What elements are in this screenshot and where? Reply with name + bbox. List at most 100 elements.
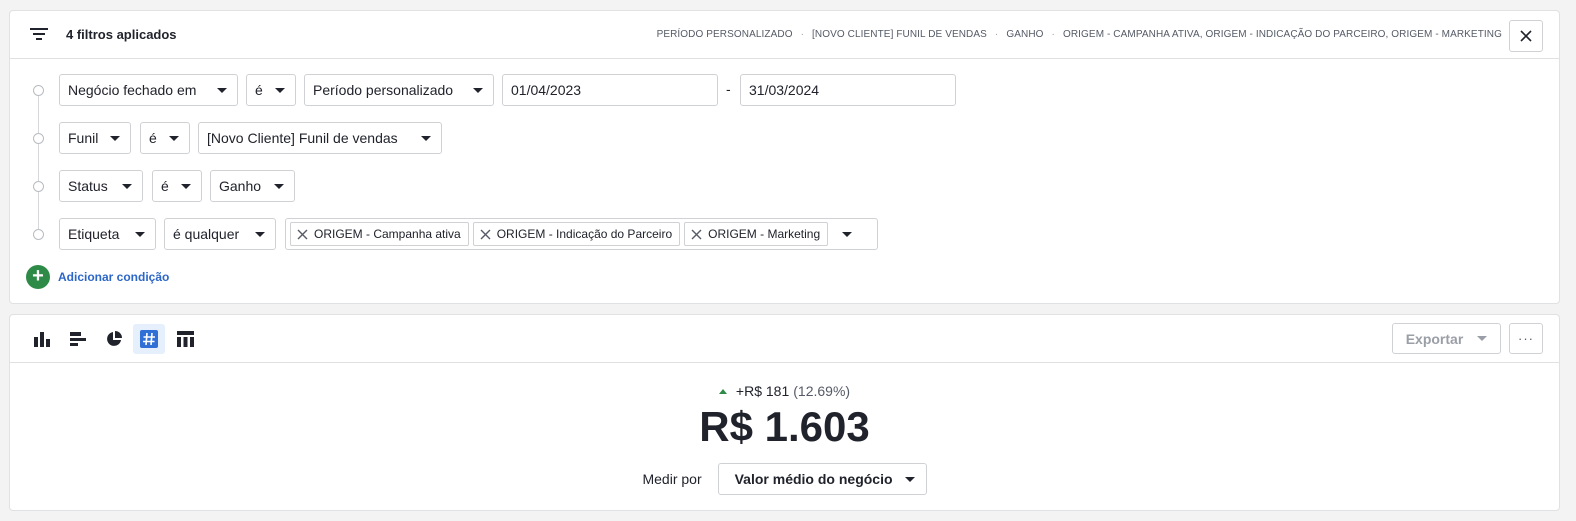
summary-item: PERÍODO PERSONALIZADO — [656, 29, 793, 40]
filter-header: 4 filtros aplicados PERÍODO PERSONALIZAD… — [10, 11, 1559, 59]
delta-value: +R$ 181 — [735, 383, 790, 399]
field-select-label: Status — [68, 178, 108, 194]
tag-label: ORIGEM - Campanha ativa — [314, 227, 461, 241]
summary-separator: · — [800, 29, 805, 40]
caret-down-icon — [904, 476, 915, 482]
measure-label: Medir por — [642, 471, 702, 487]
tag-label: ORIGEM - Marketing — [708, 227, 821, 241]
field-select[interactable]: Funil — [59, 122, 131, 154]
value-select[interactable]: [Novo Cliente] Funil de vendas — [198, 122, 442, 154]
condition-row-tag: Etiqueta é qualquer ORIGEM - Campanha at… — [10, 218, 1559, 250]
caret-down-icon[interactable] — [842, 231, 853, 237]
value-select-label: [Novo Cliente] Funil de vendas — [207, 130, 398, 146]
caret-down-icon — [135, 231, 145, 237]
pie-chart-icon — [107, 331, 122, 346]
table-icon — [176, 331, 194, 347]
measure-select-label: Valor médio do negócio — [734, 471, 893, 487]
field-select-label: Funil — [68, 130, 99, 146]
field-select[interactable]: Etiqueta — [59, 218, 156, 250]
condition-node — [33, 229, 44, 240]
condition-node — [33, 85, 44, 96]
delta-percent: (12.69%) — [793, 383, 851, 399]
field-select-label: Negócio fechado em — [68, 82, 197, 98]
close-icon — [1520, 30, 1532, 42]
operator-select-label: é — [149, 130, 157, 146]
remove-tag-icon[interactable] — [691, 229, 702, 240]
measure-select[interactable]: Valor médio do negócio — [717, 463, 927, 495]
filter-panel: 4 filtros aplicados PERÍODO PERSONALIZAD… — [9, 10, 1560, 304]
export-button[interactable]: Exportar — [1392, 323, 1501, 354]
caret-down-icon — [1477, 336, 1488, 341]
export-label: Exportar — [1405, 330, 1464, 347]
number-view-button[interactable] — [133, 324, 165, 354]
view-toolbar: Exportar ··· — [10, 315, 1559, 363]
trend-up-icon — [718, 388, 727, 394]
remove-tag-icon[interactable] — [480, 229, 491, 240]
filter-summary: PERÍODO PERSONALIZADO · [NOVO CLIENTE] F… — [657, 29, 1502, 40]
field-select[interactable]: Status — [59, 170, 143, 202]
summary-separator: · — [994, 29, 999, 40]
caret-down-icon — [169, 135, 179, 141]
measure-by: Medir por Valor médio do negócio — [10, 463, 1559, 495]
value-select[interactable]: Ganho — [210, 170, 295, 202]
caret-down-icon — [110, 135, 120, 141]
condition-node — [33, 133, 44, 144]
field-select-label: Etiqueta — [68, 226, 120, 242]
more-icon: ··· — [1518, 331, 1534, 346]
caret-down-icon — [275, 87, 285, 93]
add-condition-label: Adicionar condição — [58, 270, 170, 284]
more-options-button[interactable]: ··· — [1509, 323, 1543, 354]
pie-chart-view-button[interactable] — [98, 324, 130, 354]
condition-row-funnel: Funil é [Novo Cliente] Funil de vendas — [10, 122, 1559, 154]
operator-select-label: é — [161, 178, 169, 194]
report-view-panel: Exportar ··· +R$ 181 (12.69%) R$ 1.603 M… — [9, 314, 1560, 511]
table-view-button[interactable] — [169, 324, 201, 354]
caret-down-icon — [181, 183, 191, 189]
summary-separator: · — [1051, 29, 1055, 40]
operator-select-label: é — [255, 82, 263, 98]
caret-down-icon — [473, 87, 483, 93]
metric-value: R$ 1.603 — [699, 403, 870, 450]
tag-label: ORIGEM - Indicação do Parceiro — [496, 227, 673, 241]
tag-chip: ORIGEM - Campanha ativa — [290, 222, 469, 246]
filter-count: 4 filtros aplicados — [66, 27, 177, 42]
add-condition-button[interactable]: + Adicionar condição — [26, 265, 169, 289]
caret-down-icon — [421, 135, 431, 141]
number-icon — [140, 330, 158, 348]
caret-down-icon — [274, 183, 284, 189]
metric-delta: +R$ 181 (12.69%) — [10, 383, 1559, 399]
date-separator: - — [726, 81, 731, 97]
date-to-input[interactable]: 31/03/2024 — [740, 74, 956, 106]
tag-chip: ORIGEM - Marketing — [684, 222, 829, 246]
operator-select[interactable]: é — [140, 122, 190, 154]
caret-down-icon — [217, 87, 227, 93]
caret-down-icon — [255, 231, 265, 237]
operator-select[interactable]: é — [152, 170, 202, 202]
condition-node — [33, 181, 44, 192]
remove-tag-icon[interactable] — [297, 229, 308, 240]
caret-down-icon — [122, 183, 132, 189]
bar-chart-icon — [34, 332, 50, 347]
condition-tree-line — [38, 91, 39, 236]
bar-chart-view-button[interactable] — [26, 324, 58, 354]
field-select[interactable]: Negócio fechado em — [59, 74, 238, 106]
period-select[interactable]: Período personalizado — [304, 74, 494, 106]
horizontal-bar-view-button[interactable] — [62, 324, 94, 354]
value-select-label: Ganho — [219, 178, 262, 194]
summary-item: ORIGEM - CAMPANHA ATIVA, ORIGEM - INDICA… — [1062, 29, 1502, 40]
operator-select[interactable]: é — [246, 74, 296, 106]
filter-icon[interactable] — [30, 26, 48, 42]
condition-row-date: Negócio fechado em é Período personaliza… — [10, 74, 1559, 106]
tag-multiselect[interactable]: ORIGEM - Campanha ativa ORIGEM - Indicaç… — [285, 218, 878, 250]
horizontal-bar-icon — [70, 332, 86, 346]
tag-chip: ORIGEM - Indicação do Parceiro — [472, 222, 681, 246]
close-filters-button[interactable] — [1509, 20, 1543, 52]
plus-icon: + — [26, 265, 50, 289]
period-select-label: Período personalizado — [313, 82, 454, 98]
summary-item: GANHO — [1006, 29, 1044, 40]
operator-select-label: é qualquer — [173, 226, 240, 242]
date-from-input[interactable]: 01/04/2023 — [502, 74, 718, 106]
operator-select[interactable]: é qualquer — [164, 218, 276, 250]
condition-row-status: Status é Ganho — [10, 170, 1559, 202]
summary-item: [NOVO CLIENTE] FUNIL DE VENDAS — [812, 29, 987, 40]
